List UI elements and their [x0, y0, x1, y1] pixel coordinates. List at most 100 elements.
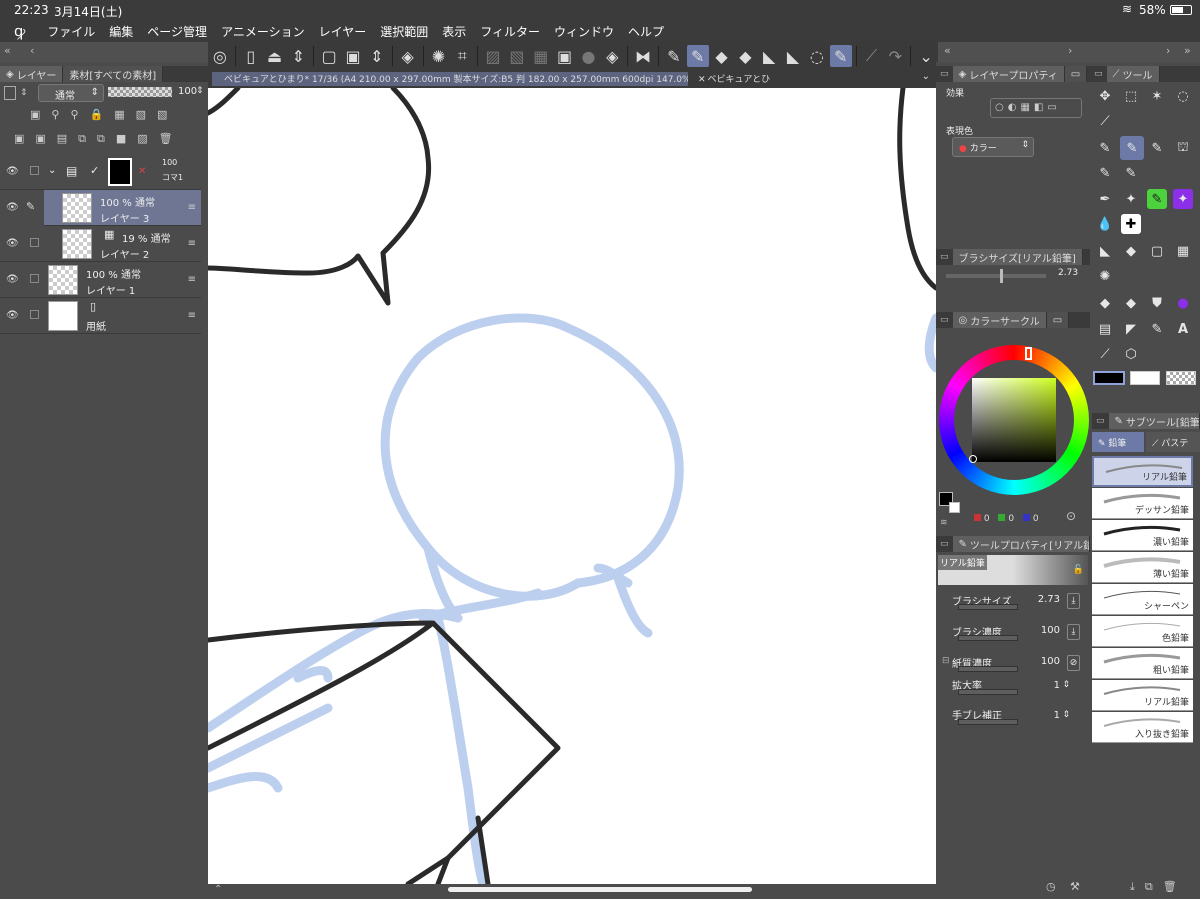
- tab-brush-size[interactable]: ブラシサイズ[リアル鉛筆]: [952, 249, 1083, 265]
- crop-icon[interactable]: ⌗: [451, 45, 473, 67]
- eraser-icon[interactable]: ◆: [711, 45, 733, 67]
- tab-material[interactable]: 素材[すべての素材]: [63, 66, 164, 82]
- lasso-fill-icon[interactable]: ◌: [806, 45, 828, 67]
- eye-icon[interactable]: 👁: [6, 310, 19, 321]
- clock-icon[interactable]: ◷: [1046, 880, 1056, 893]
- blend-mode-select[interactable]: 通常 ⇕: [38, 84, 104, 102]
- menu-help[interactable]: ヘルプ: [628, 23, 664, 40]
- chevron-left-icon[interactable]: ‹: [30, 44, 34, 57]
- pencil-active-icon[interactable]: ✎: [829, 45, 852, 67]
- ruler-icon[interactable]: ◤: [1121, 319, 1141, 339]
- opacity-slider[interactable]: [108, 87, 172, 97]
- clean-icon[interactable]: ⛊: [1147, 293, 1167, 313]
- balloon-icon[interactable]: ✎: [1147, 319, 1167, 339]
- stepper-icon[interactable]: ⇕: [1062, 680, 1070, 690]
- collapse-left-icon[interactable]: «: [4, 44, 11, 57]
- brush-tool-icon[interactable]: ✎: [1147, 138, 1167, 158]
- tab-color-circle[interactable]: ◎ カラーサークル: [952, 312, 1047, 328]
- fill-icon[interactable]: ◣: [758, 45, 780, 67]
- layer-stepper-icon[interactable]: ⇕: [366, 45, 388, 67]
- tab-layer-property[interactable]: ◈ レイヤープロパティ: [952, 66, 1065, 82]
- menu-icon[interactable]: ≡: [188, 310, 196, 321]
- correction-icon[interactable]: ⟋: [1095, 344, 1115, 364]
- stepper-icon[interactable]: ⇕: [287, 45, 309, 67]
- tool-preset-preview[interactable]: リアル鉛筆 🔓: [938, 555, 1088, 585]
- layer-check[interactable]: [30, 274, 39, 283]
- tab-extra[interactable]: ▭: [1046, 312, 1070, 328]
- effect-buttons[interactable]: ○◐▦◧▭: [990, 98, 1082, 118]
- chevron-up-icon[interactable]: ⌃: [214, 884, 222, 895]
- expand-selection-icon[interactable]: ▣: [554, 45, 576, 67]
- wrench-icon[interactable]: ⚒: [1070, 880, 1080, 893]
- subtool-item[interactable]: リアル鉛筆: [1092, 680, 1193, 711]
- canvas[interactable]: [208, 88, 936, 884]
- chevron-down-icon[interactable]: ⌄: [915, 45, 937, 67]
- collapse-icon[interactable]: ▭: [1096, 416, 1105, 426]
- layer-lock-icons[interactable]: ▣⚲⚲🔒▦▧▧: [30, 108, 178, 121]
- paper-icon[interactable]: ⊘: [1067, 655, 1080, 671]
- eye-icon[interactable]: 👁: [6, 238, 19, 249]
- marker-icon[interactable]: ✎: [1095, 163, 1115, 183]
- pencil-icon[interactable]: ✎: [686, 45, 709, 67]
- color-mode-select[interactable]: ● カラー ⇕: [952, 137, 1034, 157]
- pen-tool-icon[interactable]: ✎: [1095, 138, 1115, 158]
- document-tab-second[interactable]: ✕ ベビキュアとひ: [690, 72, 790, 86]
- collapse-icon[interactable]: ▭: [940, 69, 949, 79]
- pen-icon[interactable]: ✎: [663, 45, 685, 67]
- color-set-icon[interactable]: ⊙: [1066, 509, 1076, 523]
- chevron-down-icon[interactable]: ⌄: [48, 165, 56, 176]
- lasso-icon[interactable]: ◌: [1173, 86, 1193, 106]
- subtool-item[interactable]: 色鉛筆: [1092, 616, 1193, 647]
- subtool-tab-pencil[interactable]: ✎ 鉛筆: [1092, 432, 1144, 452]
- pencil-alt-icon[interactable]: ✎: [1121, 163, 1141, 183]
- collapse-icon[interactable]: ▭: [1094, 69, 1103, 79]
- menu-edit[interactable]: 編集: [109, 23, 133, 40]
- new-file-icon[interactable]: ▯: [240, 45, 262, 67]
- collapse-left-icon-2[interactable]: «: [944, 44, 951, 57]
- fill-refer-tool-icon[interactable]: ◆: [1121, 241, 1141, 261]
- collapse-icon[interactable]: ▭: [940, 315, 949, 325]
- fill-selection-icon[interactable]: ●: [578, 45, 600, 67]
- prop-scale[interactable]: 拡大率 1 ⇕: [946, 676, 1082, 704]
- prop-stabilization[interactable]: 手ブレ補正 1 ⇕: [946, 706, 1082, 734]
- menu-selection[interactable]: 選択範囲: [380, 23, 428, 40]
- menu-icon[interactable]: ≡: [188, 238, 196, 249]
- eraser-hard-icon[interactable]: ◆: [734, 45, 756, 67]
- tab-tool-property[interactable]: ✎ ツールプロパティ[リアル鉛: [952, 536, 1090, 552]
- chevron-right-icon-2[interactable]: ›: [1166, 44, 1170, 57]
- menu-filter[interactable]: フィルター: [480, 23, 540, 40]
- new-vector-layer-icon[interactable]: ▣: [342, 45, 364, 67]
- clip-studio-icon[interactable]: ◎: [209, 45, 231, 67]
- invert-selection-icon[interactable]: ▧: [506, 45, 528, 67]
- subtool-tab-pastel[interactable]: ⟋ パステ: [1146, 432, 1200, 452]
- slider-thumb[interactable]: [1000, 269, 1003, 283]
- menu-layer[interactable]: レイヤー: [319, 23, 367, 40]
- menu-file[interactable]: ファイル: [47, 23, 95, 40]
- document-tab-active[interactable]: ベビキュアとひまり* 17/36 (A4 210.00 x 297.00mm 製…: [212, 72, 688, 86]
- slider[interactable]: [958, 689, 1018, 695]
- magic-wand-icon[interactable]: ✶: [1147, 86, 1167, 106]
- hue-cursor[interactable]: [1025, 347, 1032, 360]
- pressure-icon[interactable]: ⤓: [1067, 624, 1080, 640]
- subtool-action-icons[interactable]: ⤓⧉🗑: [1130, 880, 1187, 894]
- radial-icon[interactable]: ✺: [1095, 266, 1115, 286]
- object-icon[interactable]: ⬡: [1121, 344, 1141, 364]
- subtool-item[interactable]: 濃い鉛筆: [1092, 520, 1193, 551]
- layer-row-2[interactable]: 👁 ▦ 19 % 通常 レイヤー 2 ≡: [0, 226, 201, 262]
- brush-size-slider[interactable]: [946, 269, 1046, 283]
- collapse-icon[interactable]: ▭: [940, 539, 949, 549]
- layer-row-1[interactable]: 👁 100 % 通常 レイヤー 1 ≡: [0, 262, 201, 298]
- new-layer-icon[interactable]: ▢: [318, 45, 340, 67]
- decoration-pen-icon[interactable]: ✒: [1095, 189, 1115, 209]
- transparent-color-chip[interactable]: [1166, 371, 1196, 385]
- chevron-down-icon[interactable]: ⌄: [922, 71, 930, 82]
- text-icon[interactable]: A: [1173, 319, 1193, 339]
- layer-row-paper[interactable]: 👁 ▯ 用紙 ≡: [0, 298, 201, 334]
- layer-check[interactable]: [30, 310, 39, 319]
- stepper-icon[interactable]: ⇕: [20, 88, 28, 98]
- airbrush-icon[interactable]: ⛫: [1173, 138, 1193, 158]
- custom-green-icon[interactable]: ✎: [1147, 189, 1167, 209]
- saturation-value-square[interactable]: [972, 378, 1056, 462]
- subtool-item[interactable]: リアル鉛筆: [1092, 456, 1193, 487]
- eyedropper-icon[interactable]: ⟋: [1095, 111, 1115, 131]
